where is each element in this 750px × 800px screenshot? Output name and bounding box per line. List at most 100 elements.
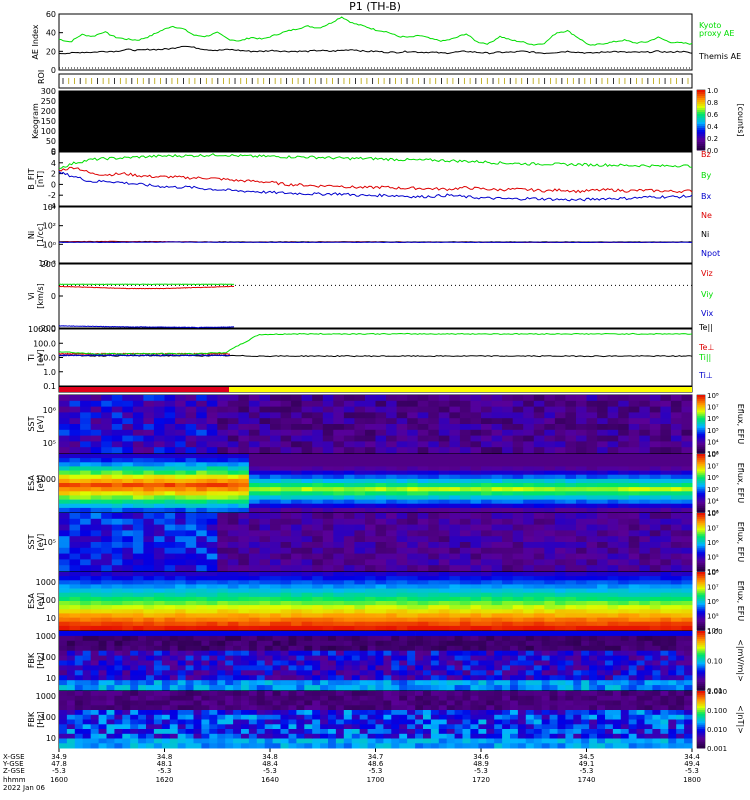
esa2-cell (607, 588, 619, 594)
esa1-cell (69, 466, 81, 471)
esa1-cell (69, 503, 81, 509)
esa1-cell (238, 454, 250, 459)
sst1-cell (206, 400, 218, 407)
fbk1-cell (90, 655, 99, 661)
fbk1-cell (620, 645, 630, 652)
fbk2-cell (494, 729, 503, 735)
fbk1-cell (351, 680, 361, 686)
esa2-cell (227, 617, 239, 623)
sst2-cell (449, 547, 461, 554)
sst2-cell (565, 547, 577, 554)
sst1-cell (470, 441, 482, 448)
fbk2-cell (272, 719, 281, 725)
fbk1-cell (335, 660, 345, 666)
esa1-cell (491, 503, 503, 509)
fbk1-cell (494, 635, 503, 642)
esa2-cell (291, 592, 303, 598)
fbk2-cell (541, 743, 550, 749)
fbk1-cell (652, 660, 661, 666)
fbk2-cell (359, 691, 368, 697)
sst2-cell (80, 542, 92, 549)
fbk2-cell (549, 700, 558, 706)
fbk1-cell (605, 675, 614, 681)
fbk1-cell (454, 640, 463, 647)
fbk1-cell (470, 685, 479, 691)
fbk1-cell (620, 660, 630, 666)
esa1-cell (502, 470, 514, 476)
fbk2-cell (462, 714, 471, 720)
sst1-cell (576, 395, 587, 402)
esa2-cell (111, 609, 123, 614)
sst1-cell (607, 406, 619, 413)
fbk2-cell (478, 743, 487, 749)
fbk1-cell (335, 680, 345, 686)
esa2-cell (597, 592, 609, 598)
esa2-cell (122, 601, 134, 606)
sst1-cell (301, 435, 313, 442)
sst2-cell (80, 524, 92, 531)
fbk2-cell (161, 714, 171, 720)
sst2-cell (122, 559, 134, 566)
sst1-cell (681, 441, 693, 448)
fbk2-cell (280, 743, 289, 749)
esa2-cell (459, 605, 471, 610)
fbk1-cell (407, 660, 416, 666)
sst1-cell (417, 447, 429, 454)
sst2-cell (354, 559, 366, 566)
fbk1-cell (454, 685, 463, 691)
sst2-cell (670, 530, 682, 537)
fbk2-cell (399, 743, 408, 749)
esa1-cell (544, 462, 556, 467)
esa1-cell (375, 458, 387, 463)
esa2-cell (670, 596, 682, 602)
fbk2-cell (225, 729, 234, 735)
fbk2-cell (525, 705, 535, 711)
fbk1-cell (581, 675, 590, 681)
esa2-cell (143, 609, 155, 614)
esa2-cell (565, 580, 577, 585)
sst2-cell (512, 524, 524, 531)
sst2-cell (628, 518, 640, 525)
fbk1-cell (605, 640, 614, 647)
fbk2-cell (296, 719, 305, 725)
esa1-cell (407, 474, 419, 480)
sst1-cell (164, 406, 176, 413)
sst1-cell (354, 400, 366, 407)
sst2-cell (312, 553, 324, 560)
esa2-cell (660, 617, 672, 623)
esa1-cell (533, 462, 545, 467)
esa2-cell (681, 609, 693, 614)
esa1-cell (280, 458, 292, 463)
fbk1-cell (454, 635, 463, 642)
sst1-cell (554, 395, 566, 402)
sst2-cell (681, 547, 693, 554)
esa1-cell (354, 462, 366, 467)
esa1-cell (607, 466, 619, 471)
esa1-cell (111, 478, 123, 484)
esa1-cell (343, 458, 355, 463)
fbk2-cell (264, 714, 273, 720)
fbk2-cell (446, 729, 455, 735)
sst2-cell (164, 553, 176, 560)
fbk1-cell (620, 655, 630, 661)
esa1-cell (512, 458, 524, 463)
esa2-cell (660, 588, 672, 594)
fbk1-cell (668, 660, 677, 666)
sst1-cell (122, 412, 134, 419)
sst2-cell (322, 559, 334, 566)
fbk2-cell (399, 714, 408, 720)
fbk2-cell (90, 729, 99, 735)
esa2-cell (238, 576, 250, 581)
esa1-cell (670, 478, 682, 484)
fbk2-cell (470, 705, 479, 711)
sst1-cell (132, 412, 144, 419)
sst1-cell (502, 418, 514, 425)
esa2-cell (554, 592, 566, 598)
fbk2-cell (130, 700, 139, 706)
sst2-cell (132, 524, 144, 531)
esa2-cell (132, 609, 144, 614)
fbk2-cell (430, 729, 440, 735)
fbk1-cell (82, 645, 91, 652)
fbk1-cell (676, 655, 685, 661)
esa2-cell (217, 617, 229, 623)
